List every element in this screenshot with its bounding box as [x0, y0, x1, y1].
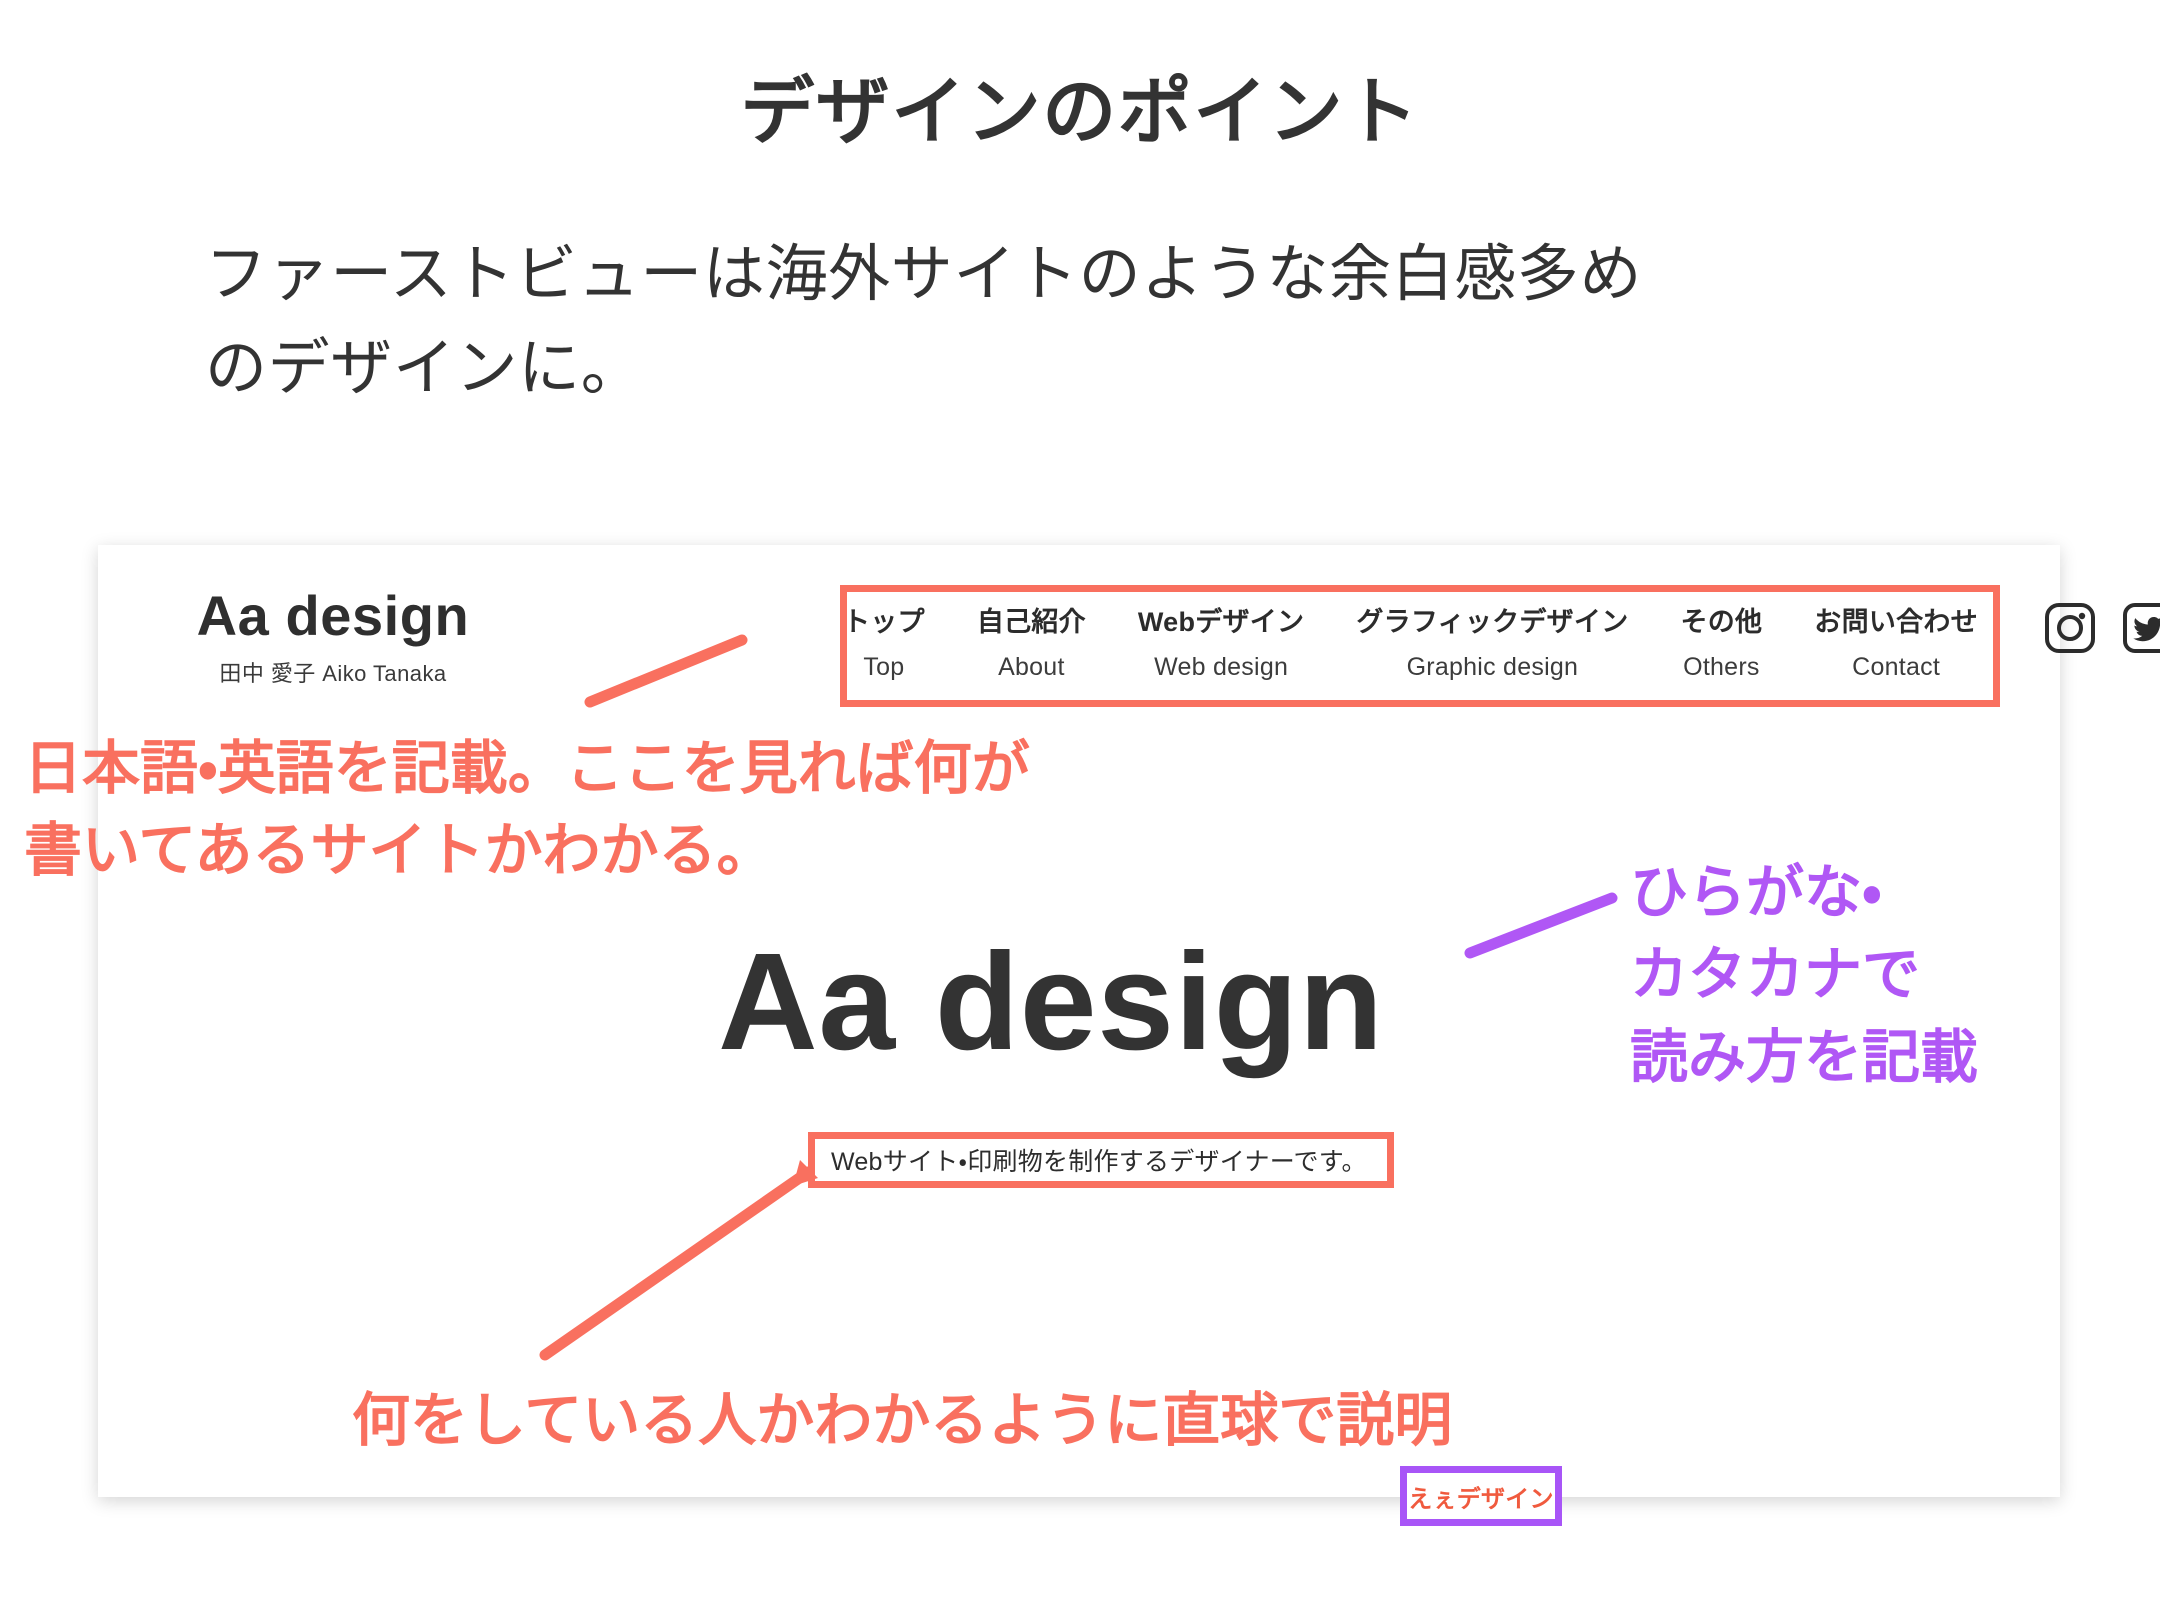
nav-item-web-design-ja: Webデザイン [1137, 607, 1305, 637]
site-brand-name: Aa design [196, 584, 470, 647]
hero-tagline-text: Webサイト・印刷物を制作するデザイナーです。 [831, 1148, 1367, 1176]
annotation-reading-line-2: カタカナで [1630, 942, 1921, 1008]
slide-lead-line-1: ファーストビューは海外サイトのような余白感多め [205, 240, 1643, 309]
hero-reading-box: えぇデザイン [1400, 1466, 1562, 1526]
hero-reading-text: えぇデザイン [1408, 1485, 1554, 1513]
nav-item-others-en: Others [1683, 653, 1760, 681]
annotation-nav: 日本語・英語を記載。ここを見れば何が 書いてあるサイトかわかる。 [24, 728, 1030, 893]
nav-item-others-ja: その他 [1680, 607, 1763, 637]
nav-item-others[interactable]: その他 Others [1680, 600, 1762, 682]
twitter-icon[interactable] [2122, 602, 2160, 654]
nav-item-graphic-design-en: Graphic design [1406, 653, 1579, 681]
nav-item-graphic-design-ja: グラフィックデザイン [1356, 607, 1629, 637]
nav-item-contact[interactable]: お問い合わせ Contact [1814, 600, 1978, 682]
nav-item-web-design-en: Web design [1154, 653, 1289, 681]
nav-item-top-ja: トップ [843, 607, 925, 637]
site-navigation: トップ Top 自己紹介 About Webデザイン Web design グラ… [843, 600, 2160, 682]
hero-tagline-box: Webサイト・印刷物を制作するデザイナーです。 [808, 1132, 1394, 1188]
page-title: デザインのポイント [740, 70, 1420, 153]
annotation-reading-line-1: ひらがな・ [1630, 860, 1882, 925]
site-brand-subtitle: 田中 愛子 Aiko Tanaka [219, 660, 447, 686]
nav-item-about[interactable]: 自己紹介 About [977, 600, 1086, 682]
site-brand[interactable]: Aa design 田中 愛子 Aiko Tanaka [183, 584, 483, 688]
nav-item-about-ja: 自己紹介 [976, 607, 1086, 637]
nav-item-list: トップ Top 自己紹介 About Webデザイン Web design グラ… [843, 600, 1978, 682]
nav-item-contact-en: Contact [1852, 653, 1941, 681]
annotation-reading: ひらがな・ カタカナで 読み方を記載 [1630, 852, 1978, 1099]
nav-item-about-en: About [998, 653, 1065, 681]
annotation-tagline: 何をしている人かわかるように直球で説明 [352, 1388, 1453, 1453]
nav-item-top[interactable]: トップ Top [843, 600, 925, 682]
hero-title: Aa design [718, 925, 1384, 1079]
nav-item-graphic-design[interactable]: グラフィックデザイン Graphic design [1356, 600, 1628, 682]
nav-item-web-design[interactable]: Webデザイン Web design [1138, 600, 1304, 682]
slide-lead-text: ファーストビューは海外サイトのような余白感多め のデザインに。 [205, 228, 2025, 416]
slide-lead-line-2: のデザインに。 [205, 334, 644, 404]
annotation-nav-line-2: 書いてあるサイトかわかる。 [24, 818, 775, 884]
nav-item-contact-ja: お問い合わせ [1814, 607, 1978, 637]
social-links [2044, 602, 2160, 654]
annotation-nav-line-1: 日本語・英語を記載。ここを見れば何が [24, 736, 1030, 801]
nav-item-top-en: Top [863, 653, 905, 681]
slide-canvas: デザインのポイント ファーストビューは海外サイトのような余白感多め のデザインに… [0, 0, 2160, 1620]
annotation-reading-line-3: 読み方を記載 [1630, 1024, 1979, 1090]
instagram-icon[interactable] [2044, 602, 2096, 654]
